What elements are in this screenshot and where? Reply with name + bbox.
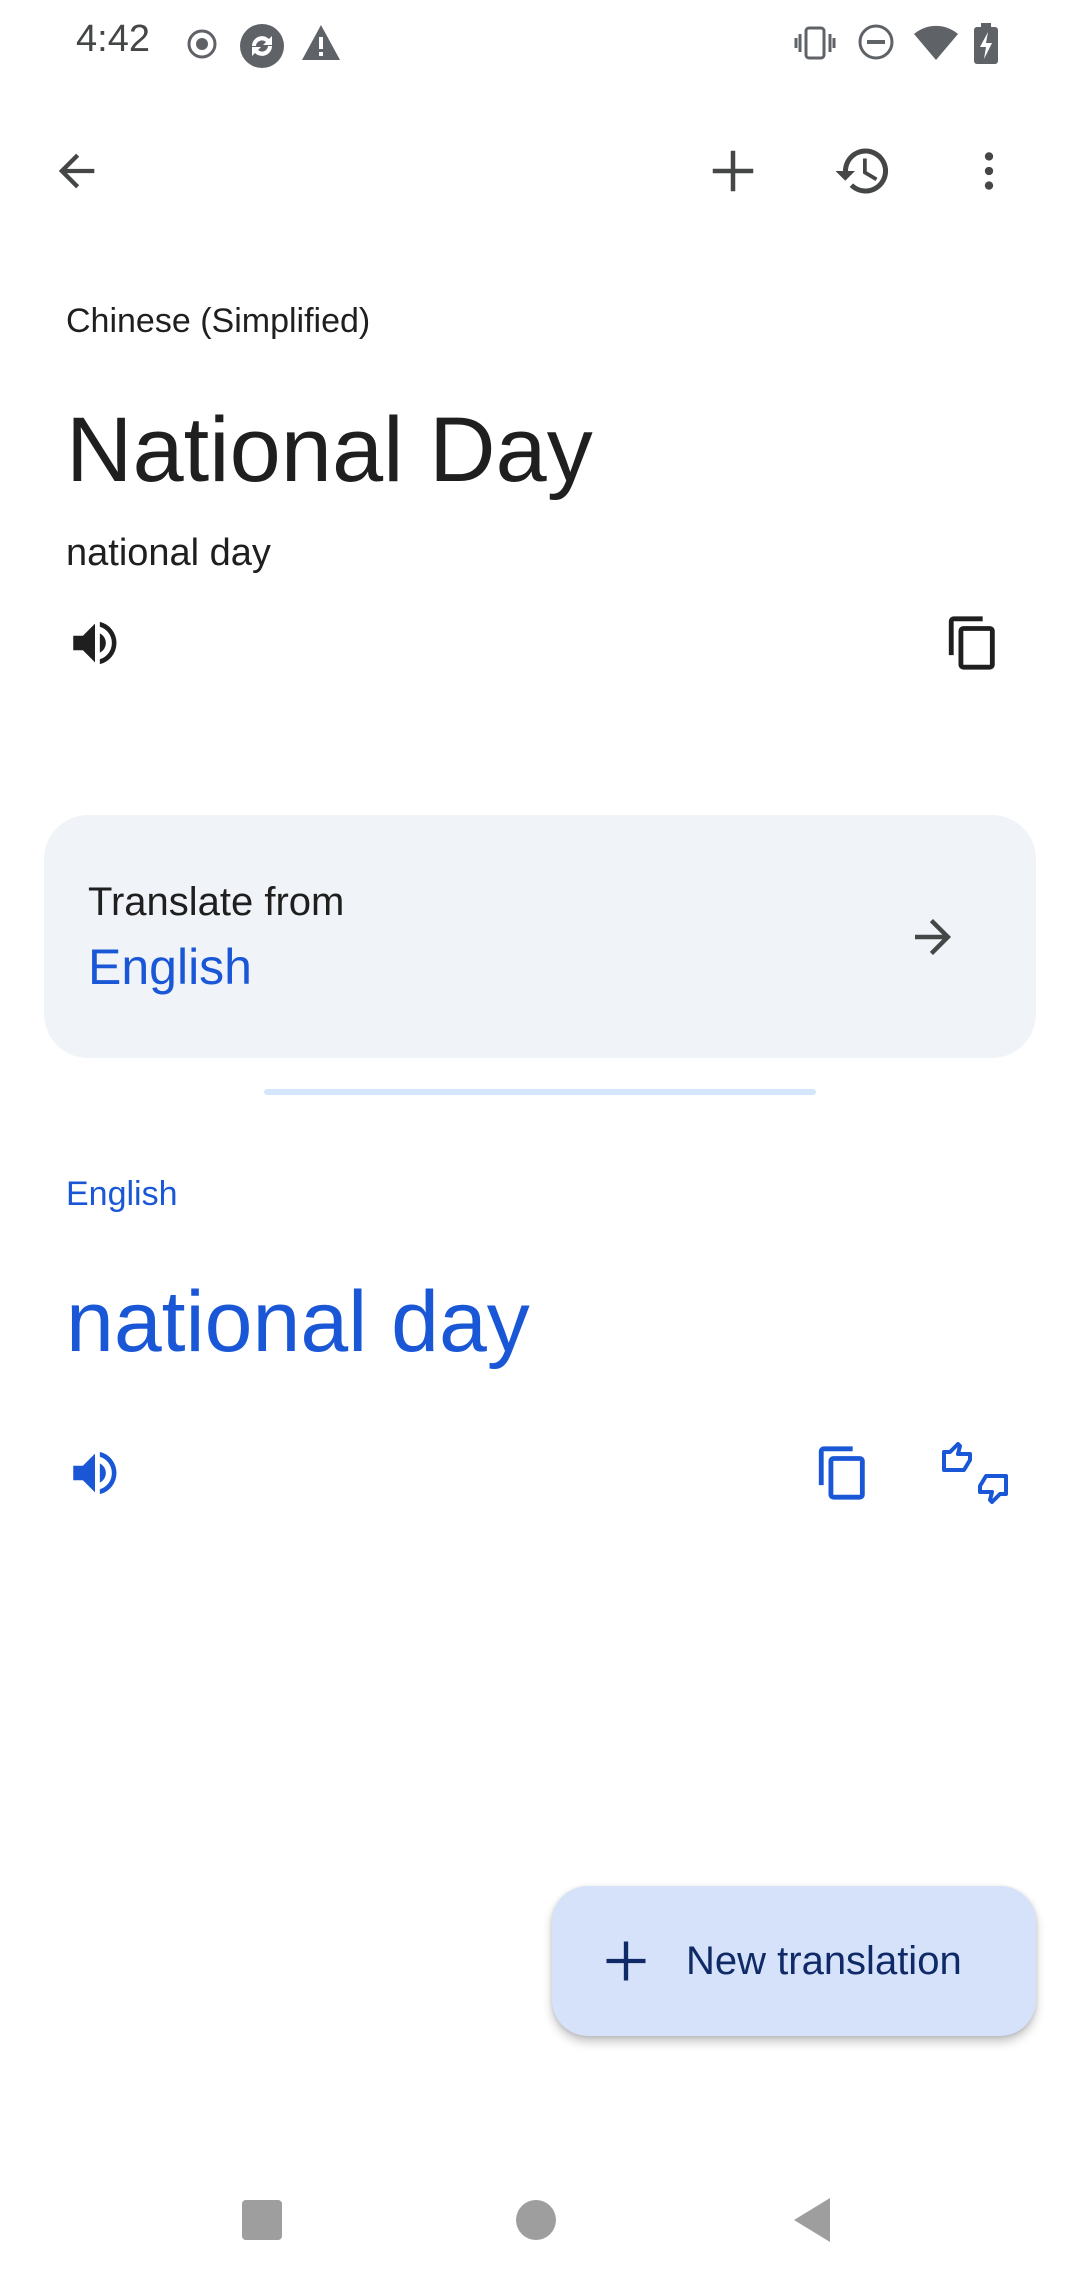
home-button[interactable]	[496, 2180, 576, 2260]
listen-translation-button[interactable]	[50, 1428, 140, 1518]
copy-icon	[814, 1444, 872, 1502]
back-button[interactable]	[32, 126, 122, 216]
thumbs-up-down-icon	[940, 1442, 1010, 1504]
source-text: National Day	[66, 399, 593, 501]
more-vert-icon	[964, 146, 1014, 196]
sync-icon	[238, 22, 286, 70]
battery-charging-icon	[972, 22, 1000, 66]
history-button[interactable]	[818, 126, 908, 216]
record-icon	[186, 22, 218, 66]
add-button[interactable]	[688, 126, 778, 216]
circle-icon	[514, 2198, 558, 2242]
copy-icon	[944, 614, 1002, 672]
source-transliteration: national day	[66, 532, 271, 574]
volume-icon	[66, 614, 124, 672]
new-translation-label: New translation	[686, 1938, 962, 1983]
translate-from-arrow[interactable]	[888, 892, 978, 982]
add-icon	[706, 144, 760, 198]
recents-button[interactable]	[222, 2180, 302, 2260]
back-nav-button[interactable]	[772, 2180, 852, 2260]
status-time: 4:42	[76, 18, 150, 60]
copy-translation-button[interactable]	[798, 1428, 888, 1518]
wifi-icon	[912, 22, 960, 62]
target-language-label: English	[66, 1175, 178, 1213]
volume-icon	[66, 1444, 124, 1502]
arrow-forward-icon	[906, 910, 960, 964]
copy-source-button[interactable]	[928, 598, 1018, 688]
dnd-icon	[856, 22, 896, 62]
triangle-back-icon	[790, 2196, 834, 2244]
loading-progress-bar	[264, 1089, 816, 1095]
add-icon	[600, 1935, 652, 1987]
source-language-label: Chinese (Simplified)	[66, 302, 371, 340]
new-translation-button[interactable]: New translation	[552, 1886, 1036, 2036]
more-options-button[interactable]	[944, 126, 1034, 216]
translated-text: national day	[66, 1274, 530, 1370]
square-icon	[240, 2198, 284, 2242]
history-icon	[833, 141, 893, 201]
rate-translation-button[interactable]	[930, 1428, 1020, 1518]
vibrate-icon	[794, 22, 836, 64]
listen-source-button[interactable]	[50, 598, 140, 688]
back-arrow-icon	[51, 145, 103, 197]
detected-language[interactable]: English	[88, 938, 252, 996]
warning-icon	[300, 22, 342, 64]
translate-from-label: Translate from	[88, 880, 345, 924]
